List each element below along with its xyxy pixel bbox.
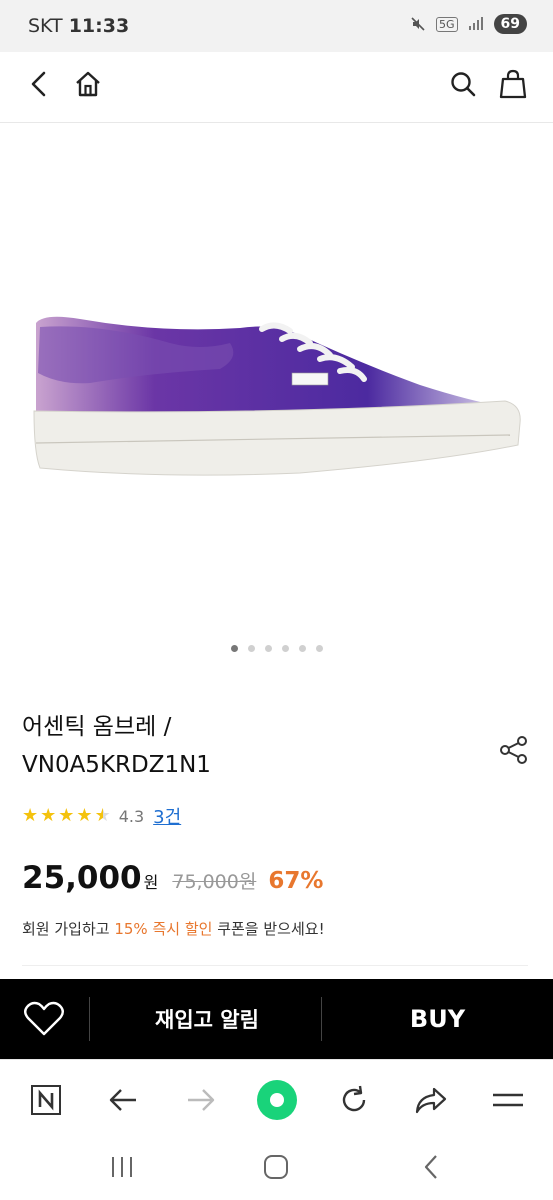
share-icon xyxy=(500,736,527,764)
search-icon xyxy=(451,72,476,97)
star-icon: ★ xyxy=(76,805,93,826)
share-button[interactable] xyxy=(498,734,530,770)
carrier: SKT xyxy=(28,15,63,37)
buy-button[interactable]: BUY xyxy=(322,979,553,1059)
status-left: SKT 11:33 xyxy=(28,15,129,37)
coupon-prefix: 회원 가입하고 xyxy=(22,920,115,938)
rating-score: 4.3 xyxy=(118,806,145,826)
bottom-action-bar: 재입고 알림 BUY xyxy=(0,979,553,1059)
star-icon: ★ xyxy=(58,805,75,826)
cart-button[interactable] xyxy=(496,66,530,102)
carousel-dot[interactable] xyxy=(247,645,255,652)
refresh-icon xyxy=(342,1085,366,1112)
system-home-button[interactable] xyxy=(259,1151,293,1183)
star-icon: ★ xyxy=(40,805,57,826)
carousel-dots xyxy=(0,645,553,652)
carousel-dot[interactable] xyxy=(281,645,289,652)
browser-share-button[interactable] xyxy=(412,1082,450,1118)
back-arrow-icon xyxy=(31,71,46,97)
shopping-bag-icon xyxy=(499,69,527,99)
menu-icon xyxy=(493,1093,523,1107)
heart-icon xyxy=(24,1001,64,1036)
original-price: 75,000원 xyxy=(172,871,257,893)
browser-forward-button[interactable] xyxy=(182,1082,220,1118)
status-right: 5G 69 xyxy=(410,14,527,34)
rating-row: ★ ★ ★ ★ ★ 4.3 3건 xyxy=(22,803,181,829)
coupon-notice: 회원 가입하고 15% 즉시 할인 쿠폰을 받으세요! xyxy=(22,918,325,939)
price-row: 25,000 원 75,000원 67% xyxy=(22,860,323,896)
product-title-line1: 어센틱 옴브레 / xyxy=(22,714,172,740)
green-circle-icon xyxy=(257,1080,297,1120)
recent-apps-icon xyxy=(112,1157,132,1177)
divider xyxy=(22,965,528,966)
battery-indicator: 69 xyxy=(493,14,527,34)
back-icon xyxy=(109,1089,136,1111)
carousel-dot[interactable] xyxy=(315,645,323,652)
restock-alert-button[interactable]: 재입고 알림 xyxy=(92,979,322,1059)
carousel-dot[interactable] xyxy=(264,645,272,652)
coupon-rate: 15% xyxy=(114,920,148,938)
product-title-line2: VN0A5KRDZ1N1 xyxy=(22,752,211,778)
recent-apps-button[interactable] xyxy=(106,1151,138,1183)
top-app-bar xyxy=(0,52,553,123)
carousel-dot[interactable] xyxy=(298,645,306,652)
browser-back-button[interactable] xyxy=(104,1082,142,1118)
home-button[interactable] xyxy=(70,67,106,101)
mute-icon xyxy=(411,17,425,31)
home-icon xyxy=(76,71,100,97)
coupon-suffix: 쿠폰을 받으세요! xyxy=(212,920,325,938)
search-button[interactable] xyxy=(446,67,480,101)
product-title: 어센틱 옴브레 / VN0A5KRDZ1N1 xyxy=(22,708,442,784)
signal-icon xyxy=(468,17,483,30)
refresh-button[interactable] xyxy=(335,1082,373,1118)
price-unit: 원 xyxy=(143,873,159,892)
forward-icon xyxy=(188,1089,215,1111)
network-label: 5G xyxy=(435,16,458,32)
share-arrow-icon xyxy=(415,1087,447,1114)
separator xyxy=(89,997,90,1041)
wishlist-button[interactable] xyxy=(22,999,66,1043)
naver-button[interactable] xyxy=(28,1082,64,1118)
discount-rate: 67% xyxy=(268,868,324,894)
browser-toolbar xyxy=(0,1059,553,1140)
naver-icon xyxy=(31,1085,61,1115)
clock: 11:33 xyxy=(68,15,130,37)
sneaker-image xyxy=(33,316,521,476)
star-icon: ★ xyxy=(22,805,39,826)
sale-price: 25,000 xyxy=(22,860,142,896)
back-button[interactable] xyxy=(22,67,56,101)
chevron-left-icon xyxy=(424,1155,437,1179)
system-back-button[interactable] xyxy=(416,1151,446,1183)
system-nav-bar xyxy=(0,1139,553,1200)
status-bar: SKT 11:33 5G 69 xyxy=(0,0,553,52)
product-image-carousel[interactable] xyxy=(0,123,553,663)
green-home-button[interactable] xyxy=(254,1077,300,1123)
review-count-link[interactable]: 3건 xyxy=(153,803,181,829)
half-star-icon: ★ xyxy=(94,805,111,826)
carousel-dot[interactable] xyxy=(230,645,238,652)
home-pill-icon xyxy=(264,1155,288,1179)
coupon-instant: 즉시 할인 xyxy=(152,920,213,938)
menu-button[interactable] xyxy=(488,1082,528,1118)
